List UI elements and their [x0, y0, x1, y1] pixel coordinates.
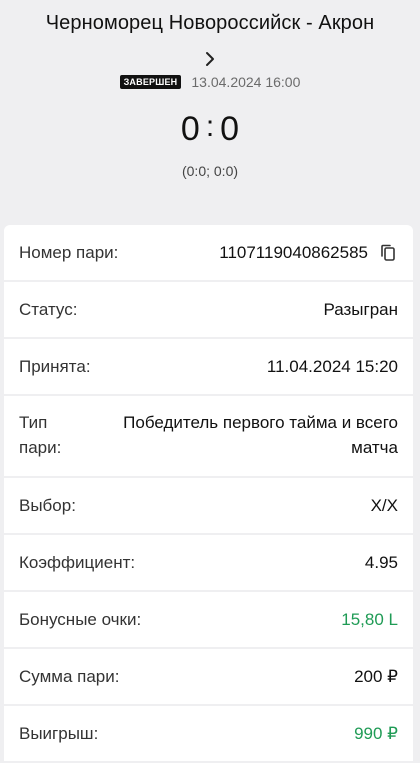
bet-accepted-row: Принята: 11.04.2024 15:20 — [4, 339, 413, 396]
bet-type-row: Тип пари: Победитель первого тайма и все… — [4, 396, 413, 478]
chevron-right-icon[interactable] — [199, 48, 221, 70]
match-meta: ЗАВЕРШЕН 13.04.2024 16:00 — [0, 74, 420, 90]
partial-score: (0:0; 0:0) — [181, 163, 239, 179]
match-details-link[interactable] — [0, 48, 420, 70]
bet-stake-value: 200 ₽ — [354, 666, 398, 686]
bet-win-row: Выигрыш: 990 ₽ — [4, 706, 413, 763]
bet-odds-value: 4.95 — [364, 552, 398, 572]
bet-win-label: Выигрыш: — [19, 723, 99, 743]
bet-choice-label: Выбор: — [19, 495, 76, 515]
status-badge: ЗАВЕРШЕН — [119, 75, 182, 89]
bet-choice-row: Выбор: Х/Х — [4, 478, 413, 535]
bet-accepted-label: Принята: — [19, 356, 91, 376]
score-separator: : — [205, 110, 215, 143]
bet-win-value: 990 ₽ — [354, 723, 398, 743]
score-away: 0 — [220, 110, 240, 148]
copy-icon[interactable] — [378, 243, 398, 263]
bet-type-label: Тип пари: — [19, 413, 62, 457]
bet-id-row: Номер пари: 1107119040862585 — [4, 225, 413, 282]
bet-id-label: Номер пари: — [19, 242, 119, 262]
bet-details-card: Номер пари: 1107119040862585 Статус: Раз… — [4, 225, 413, 763]
bet-choice-value: Х/Х — [370, 495, 398, 515]
bet-stake-row: Сумма пари: 200 ₽ — [4, 649, 413, 706]
bet-accepted-value: 11.04.2024 15:20 — [266, 356, 398, 376]
bet-status-row: Статус: Разыгран — [4, 282, 413, 339]
score-home: 0 — [180, 110, 200, 148]
bet-type-value: Победитель первого тайма и всего матча — [123, 413, 398, 457]
bet-stake-label: Сумма пари: — [19, 666, 120, 686]
bet-odds-row: Коэффициент: 4.95 — [4, 535, 413, 592]
bet-bonus-label: Бонусные очки: — [19, 609, 142, 629]
bet-bonus-value: 15,80 L — [341, 609, 398, 629]
match-title: Черноморец Новороссийск - Акрон — [45, 12, 375, 34]
match-score: 0 : 0 — [0, 110, 420, 148]
bet-id-group: 1107119040862585 — [219, 243, 398, 263]
match-header: Черноморец Новороссийск - Акрон ЗАВЕРШЕН… — [0, 0, 420, 179]
bet-bonus-row: Бонусные очки: 15,80 L — [4, 592, 413, 649]
bet-id-value: 1107119040862585 — [219, 242, 368, 262]
bet-status-label: Статус: — [19, 299, 78, 319]
match-datetime: 13.04.2024 16:00 — [191, 74, 301, 90]
bet-odds-label: Коэффициент: — [19, 552, 136, 572]
bet-status-value: Разыгран — [323, 299, 398, 319]
